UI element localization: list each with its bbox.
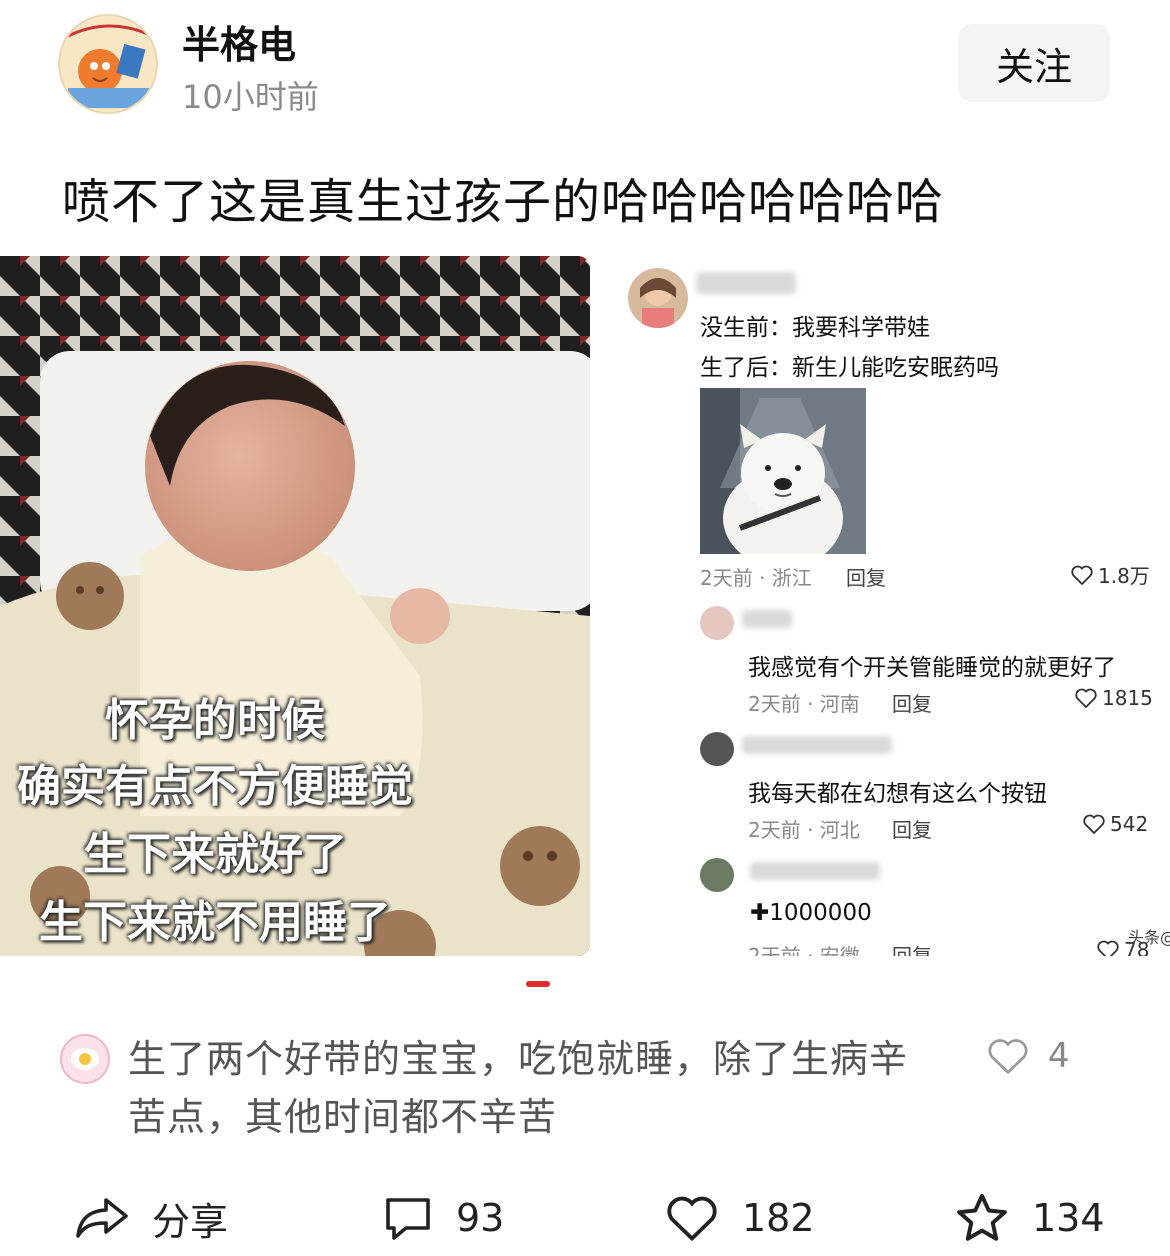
commenter-avatar [628,268,688,328]
share-icon [76,1198,128,1238]
first-comment-line2: 生了后：新生儿能吃安眠药吗 [700,355,999,381]
post-title: 喷不了这是真生过孩子的哈哈哈哈哈哈哈 [62,174,945,230]
first-comment-like[interactable]: 1.8万 [1070,560,1150,589]
author-avatar[interactable] [58,14,158,114]
first-comment-meta: 2天前 · 浙江 [700,566,812,590]
reply-1-like-count: 1815 [1102,686,1153,710]
caption-line-1: 怀孕的时候 [105,695,325,746]
caption-line-2: 确实有点不方便睡觉 [17,761,413,812]
reply-1-meta: 2天前 · 河南 [748,692,860,716]
like-button[interactable]: 182 [664,1188,815,1248]
comment-like-count: 4 [1048,1036,1070,1076]
caption-line-4: 生下来就不用睡了 [39,897,391,948]
post-media[interactable]: 怀孕的时候 确实有点不方便睡觉 生下来就好了 生下来就不用睡了 没生前：我要科学… [0,256,1170,958]
blurred-username [742,610,792,628]
first-comment-like-count: 1.8万 [1098,564,1150,588]
reply-3-reply[interactable]: 回复 [892,940,932,956]
reply-avatar [700,606,734,640]
reply-2-reply[interactable]: 回复 [892,814,932,843]
favorite-button[interactable]: 134 [954,1188,1105,1248]
reply-3-meta: 2天前 · 安徽 [748,944,860,956]
commenter-avatar[interactable] [60,1034,110,1084]
reply-avatar [700,858,734,892]
reply-2-like[interactable]: 542 [1082,812,1148,836]
star-icon [957,1193,1007,1241]
comment-text: 生了两个好带的宝宝，吃饱就睡，除了生病辛苦点，其他时间都不辛苦 [128,1037,909,1139]
comment-like-button[interactable]: 4 [986,1036,1070,1076]
heart-icon [1083,814,1105,835]
baby-photo[interactable]: 怀孕的时候 确实有点不方便睡觉 生下来就好了 生下来就不用睡了 [0,256,590,956]
reply-1-like[interactable]: 1815 [1074,686,1153,710]
likes-count: 182 [742,1196,815,1240]
reply-1-text: 我感觉有个开关管能睡觉的就更好了 [748,655,1116,681]
share-button[interactable]: 分享 [74,1188,228,1248]
comment-icon [386,1198,430,1240]
heart-icon [667,1196,717,1242]
dog-meme-image[interactable] [700,388,866,568]
heart-icon [1075,688,1097,709]
first-comment-reply[interactable]: 回复 [846,562,886,591]
reply-3-text: ✚1000000 [750,900,872,926]
first-comment-line1: 没生前：我要科学带娃 [700,315,930,341]
blurred-username [696,272,796,294]
follow-button[interactable]: 关注 [958,24,1110,102]
reply-2-meta: 2天前 · 河北 [748,818,860,842]
heart-icon [1097,940,1119,956]
reply-2-text: 我每天都在幻想有这么个按钮 [748,781,1047,807]
screenshot-watermark: 头条@ [1128,928,1170,947]
author-name[interactable]: 半格电 [182,14,296,69]
favorites-count: 134 [1032,1196,1105,1240]
comments-count: 93 [456,1196,505,1240]
comments-button[interactable]: 93 [382,1188,504,1248]
share-label: 分享 [152,1199,229,1244]
heart-icon [1071,565,1093,585]
carousel-indicator [526,981,550,987]
reply-2-like-count: 542 [1110,812,1149,836]
reply-1-reply[interactable]: 回复 [892,688,932,717]
blurred-username [750,862,880,880]
comment-screenshot[interactable]: 没生前：我要科学带娃 生了后：新生儿能吃安眠药吗 2天前 · 浙江 回复 1.8… [600,256,1170,956]
reply-avatar [700,732,734,766]
caption-line-3: 生下来就好了 [83,829,347,880]
blurred-username [742,736,892,754]
heart-icon [988,1039,1028,1075]
post-time: 10小时前 [182,78,319,116]
